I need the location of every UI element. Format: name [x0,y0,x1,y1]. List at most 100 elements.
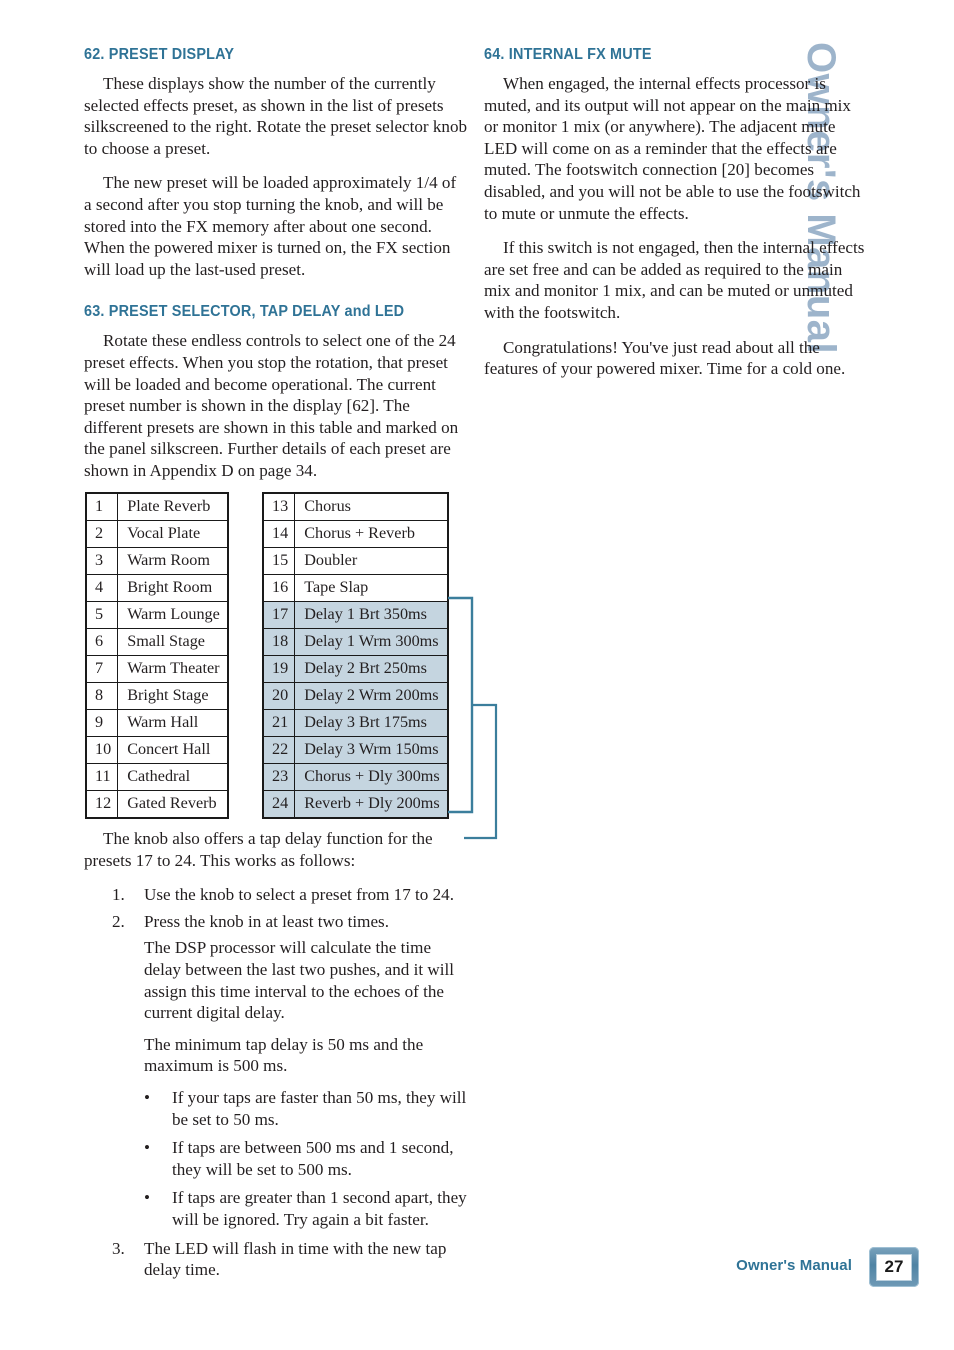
paragraph-tap-intro: The knob also offers a tap delay functio… [84,829,433,870]
preset-table-right: 13 Chorus 14 Chorus + Reverb 15 Doubler 16 Tape… [262,492,449,819]
preset-number: 19 [262,655,296,683]
preset-name: Small Stage [117,628,229,656]
preset-name: Vocal Plate [117,520,229,548]
step-note-1: The DSP processor will calculate the tim… [144,938,454,1023]
preset-row: 20 Delay 2 Wrm 200ms [262,682,449,710]
preset-name: Tape Slap [294,574,449,602]
preset-number: 2 [85,520,119,548]
preset-name: Chorus [294,492,449,521]
preset-number: 4 [85,574,119,602]
preset-name: Delay 3 Wrm 150ms [294,736,449,764]
preset-number: 17 [262,601,296,629]
preset-row: 16 Tape Slap [262,574,449,602]
preset-row: 11 Cathedral [85,763,229,791]
step-text-2: Press the knob in at least two times. [144,911,389,931]
preset-name: Delay 2 Brt 250ms [294,655,449,683]
bullet-item-3: • If taps are greater than 1 second apar… [84,1187,468,1230]
preset-number: 13 [262,492,296,521]
preset-row: 19 Delay 2 Brt 250ms [262,655,449,683]
bullet-dot-icon: • [144,1087,150,1107]
paragraph-64-2: If this switch is not engaged, then the … [484,238,865,322]
section-heading-64: 64. INTERNAL FX MUTE [484,46,652,63]
preset-row: 6 Small Stage [85,628,229,656]
preset-number: 1 [85,492,119,521]
page-number-value: 27 [876,1253,912,1281]
preset-number: 20 [262,682,296,710]
left-column: 62. PRESET DISPLAY These displays show t… [84,46,468,495]
steps-list: 1. Use the knob to select a preset from … [84,884,468,932]
preset-number: 15 [262,547,296,575]
preset-number: 23 [262,763,296,791]
preset-number: 10 [85,736,119,764]
bullet-text-3: If taps are greater than 1 second apart,… [172,1188,467,1229]
paragraph-64-1: When engaged, the internal effects proce… [484,74,861,223]
preset-number: 3 [85,547,119,575]
right-column: 64. INTERNAL FX MUTE When engaged, the i… [484,46,868,393]
preset-name: Chorus + Dly 300ms [294,763,449,791]
preset-name: Delay 1 Brt 350ms [294,601,449,629]
preset-name: Warm Room [117,547,229,575]
preset-number: 6 [85,628,119,656]
preset-row: 2 Vocal Plate [85,520,229,548]
section-heading-63: 63. PRESET SELECTOR, TAP DELAY and LED [84,303,405,321]
bullet-dot-icon: • [144,1138,150,1158]
preset-table-left-body: 1 Plate Reverb 2 Vocal Plate 3 Warm Room 4 Brig… [85,492,229,819]
preset-row: 17 Delay 1 Brt 350ms [262,601,449,629]
page-number-badge: 27 [869,1247,919,1287]
step-text-1: Use the knob to select a preset from 17 … [144,885,454,905]
preset-number: 18 [262,628,296,656]
bullet-text-2: If taps are between 500 ms and 1 second,… [172,1138,454,1179]
preset-number: 8 [85,682,119,710]
paragraph-62-1: These displays show the number of the cu… [84,74,468,158]
preset-row: 18 Delay 1 Wrm 300ms [262,628,449,656]
paragraph-64-3: Congratulations! You've just read about … [484,337,846,379]
bullet-item-2: • If taps are between 500 ms and 1 secon… [84,1137,468,1180]
preset-row: 5 Warm Lounge [85,601,229,629]
preset-number: 21 [262,709,296,737]
preset-row: 24 Reverb + Dly 200ms [262,790,449,819]
tap-delay-bracket [448,596,498,840]
preset-name: Reverb + Dly 200ms [294,790,449,819]
preset-row: 8 Bright Stage [85,682,229,710]
bullet-dot-icon: • [144,1188,150,1208]
preset-name: Delay 1 Wrm 300ms [294,628,449,656]
preset-name: Concert Hall [117,736,229,764]
preset-row: 7 Warm Theater [85,655,229,683]
tap-delay-instructions: The knob also offers a tap delay functio… [84,828,468,1286]
preset-name: Warm Hall [117,709,229,737]
bullet-text-1: If your taps are faster than 50 ms, they… [172,1087,467,1129]
preset-row: 15 Doubler [262,547,449,575]
preset-row: 4 Bright Room [85,574,229,602]
preset-number: 5 [85,601,119,629]
preset-name: Bright Stage [117,682,229,710]
preset-row: 3 Warm Room [85,547,229,575]
preset-number: 24 [262,790,296,819]
preset-number: 11 [85,763,119,791]
step-note-2: The minimum tap delay is 50 ms and the m… [144,1034,424,1076]
step-marker-2: 2. [112,911,125,931]
preset-number: 14 [262,520,296,548]
preset-row: 13 Chorus [262,492,449,521]
step-item-1: 1. Use the knob to select a preset from … [84,884,468,906]
manual-page: Owner's Manual 62. PRESET DISPLAY These … [0,0,954,1350]
section-heading-62: 62. PRESET DISPLAY [84,46,235,63]
preset-row: 10 Concert Hall [85,736,229,764]
preset-row: 23 Chorus + Dly 300ms [262,763,449,791]
preset-row: 12 Gated Reverb [85,790,229,819]
preset-name: Doubler [294,547,449,575]
preset-number: 22 [262,736,296,764]
preset-name: Delay 2 Wrm 200ms [294,682,449,710]
preset-table-right-body: 13 Chorus 14 Chorus + Reverb 15 Doubler 16 Tape… [262,492,449,819]
footer-manual-label: Owner's Manual [736,1257,852,1274]
preset-row: 1 Plate Reverb [85,492,229,521]
preset-row: 9 Warm Hall [85,709,229,737]
preset-number: 12 [85,790,119,819]
step-item-2: 2. Press the knob in at least two times. [84,911,468,933]
preset-row: 21 Delay 3 Brt 175ms [262,709,449,737]
paragraph-62-2: The new preset will be loaded approximat… [84,173,457,279]
preset-number: 9 [85,709,119,737]
preset-name: Plate Reverb [117,492,229,521]
preset-name: Cathedral [117,763,229,791]
bracket-to-text [464,703,498,840]
preset-table-left: 1 Plate Reverb 2 Vocal Plate 3 Warm Room 4 Brig… [85,492,229,819]
